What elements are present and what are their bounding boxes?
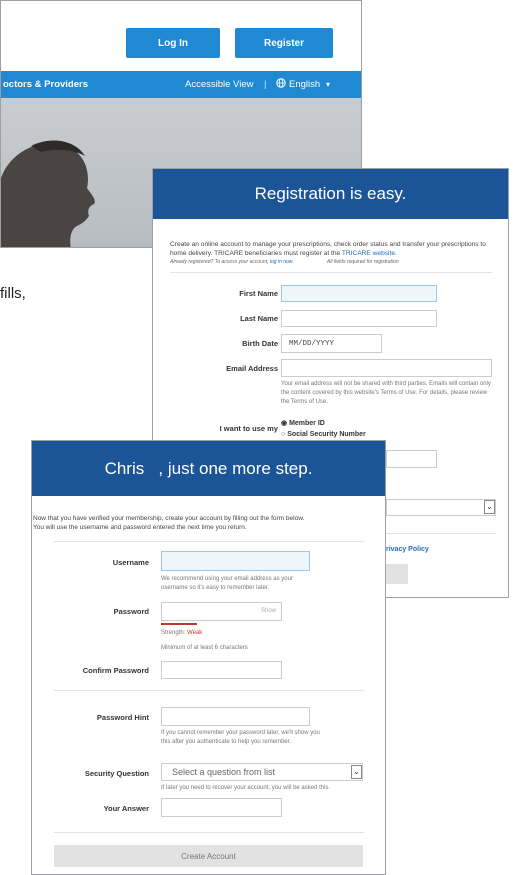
radio-checked-icon[interactable]: ◉ bbox=[281, 420, 287, 427]
registration-header: Registration is easy. bbox=[153, 169, 508, 219]
member-id-input[interactable] bbox=[386, 450, 437, 468]
use-my-label: I want to use my bbox=[219, 424, 278, 433]
log-in-now-link[interactable]: log in now. bbox=[270, 259, 294, 265]
already-registered-line: Already registered? To access your accou… bbox=[170, 259, 500, 265]
username-label: Username bbox=[112, 558, 149, 567]
confirm-password-input[interactable] bbox=[161, 661, 282, 679]
password-min-note: Minimum of at least 6 characters bbox=[161, 645, 248, 651]
ssn-option-label: Social Security Number bbox=[287, 431, 366, 438]
create-account-window: Chris , just one more step. Now that you… bbox=[31, 440, 386, 875]
password-input[interactable]: Show bbox=[161, 602, 282, 621]
accessible-view-link[interactable]: Accessible View bbox=[185, 79, 253, 90]
submit-button[interactable] bbox=[386, 564, 408, 584]
globe-icon bbox=[276, 78, 286, 91]
nav-item-doctors-providers[interactable]: octors & Providers bbox=[3, 79, 88, 90]
cropped-text: fills, bbox=[0, 285, 26, 302]
registration-intro: Create an online account to manage your … bbox=[170, 240, 495, 258]
divider bbox=[170, 272, 492, 273]
password-hint-label: Password Hint bbox=[96, 713, 149, 722]
security-question-label: Security Question bbox=[84, 769, 149, 778]
email-privacy-note: Your email address will not be shared wi… bbox=[281, 381, 491, 405]
birth-date-label: Birth Date bbox=[242, 339, 278, 348]
step-title: Chris , just one more step. bbox=[104, 458, 313, 478]
username-input[interactable] bbox=[161, 551, 310, 571]
last-name-label: Last Name bbox=[240, 314, 278, 323]
privacy-policy-link[interactable]: rivacy Policy bbox=[386, 546, 429, 553]
step-intro-line2: You will use the username and password e… bbox=[33, 524, 247, 531]
divider bbox=[54, 690, 364, 691]
birth-date-input[interactable]: MM/DD/YYYY bbox=[281, 334, 382, 353]
language-caret-icon[interactable]: ▾ bbox=[326, 80, 330, 89]
strength-label: Strength: bbox=[161, 630, 186, 636]
password-strength: Strength: Weak bbox=[161, 629, 202, 638]
language-selector[interactable]: English bbox=[289, 79, 320, 90]
chevron-down-icon[interactable]: ⌄ bbox=[351, 765, 362, 779]
step-header: Chris , just one more step. bbox=[32, 441, 385, 496]
nav-separator: | bbox=[264, 79, 267, 90]
first-name-input[interactable] bbox=[281, 285, 437, 302]
registration-title: Registration is easy. bbox=[254, 184, 407, 203]
security-question-select[interactable]: Select a question from list bbox=[161, 763, 363, 781]
your-answer-label: Your Answer bbox=[103, 804, 149, 813]
create-account-button[interactable]: Create Account bbox=[54, 845, 363, 867]
divider bbox=[54, 541, 364, 542]
password-strength-meter bbox=[161, 623, 197, 625]
security-question-note: If later you need to recover your accoun… bbox=[161, 785, 331, 791]
member-id-option-label: Member ID bbox=[289, 420, 325, 427]
member-id-option[interactable]: ◉ Member ID bbox=[281, 419, 325, 427]
main-nav-bar: octors & Providers Accessible View | Eng… bbox=[1, 71, 361, 98]
strength-value: Weak bbox=[187, 630, 203, 636]
last-name-input[interactable] bbox=[281, 310, 437, 327]
username-note: We recommend using your email address as… bbox=[161, 576, 293, 591]
your-answer-input[interactable] bbox=[161, 798, 282, 817]
first-name-label: First Name bbox=[239, 289, 278, 298]
password-hint-note: If you cannot remember your password lat… bbox=[161, 730, 320, 745]
tricare-website-link[interactable]: TRICARE website. bbox=[342, 250, 397, 257]
login-button[interactable]: Log In bbox=[126, 28, 220, 58]
divider bbox=[386, 533, 496, 534]
email-address-label: Email Address bbox=[226, 364, 278, 373]
already-registered-text: Already registered? To access your accou… bbox=[170, 259, 269, 265]
password-hint-input[interactable] bbox=[161, 707, 310, 726]
radio-unchecked-icon[interactable]: ○ bbox=[281, 431, 285, 438]
required-note: All fields required for registration bbox=[326, 259, 399, 265]
dropdown-select[interactable] bbox=[386, 499, 496, 516]
step-intro-line1: Now that you have verified your membersh… bbox=[33, 515, 305, 522]
show-password-toggle[interactable]: Show bbox=[261, 608, 276, 614]
register-button[interactable]: Register bbox=[235, 28, 333, 58]
registration-intro-text: Create an online account to manage your … bbox=[170, 241, 486, 257]
confirm-password-label: Confirm Password bbox=[82, 666, 149, 675]
password-label: Password bbox=[113, 607, 149, 616]
email-address-input[interactable] bbox=[281, 359, 492, 377]
divider bbox=[54, 832, 364, 833]
chevron-down-icon[interactable]: ⌄ bbox=[484, 500, 495, 514]
ssn-option[interactable]: ○ Social Security Number bbox=[281, 431, 366, 438]
